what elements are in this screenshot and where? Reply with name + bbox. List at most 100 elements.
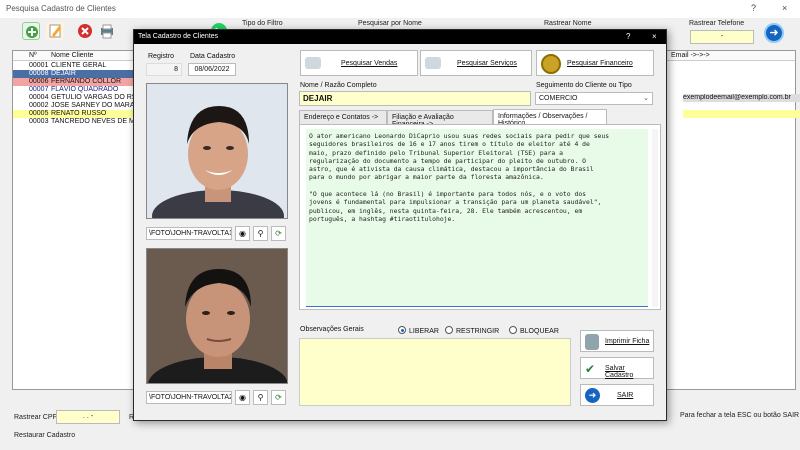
segmento-value: COMERCIO [539, 95, 578, 102]
background-title-bar: Pesquisa Cadastro de Clientes ? × [0, 0, 800, 18]
row-code: 00006 [29, 78, 49, 85]
nome-field[interactable]: DEJAIR [299, 91, 531, 106]
delete-icon[interactable] [76, 22, 94, 40]
nome-label: Nome / Razão Completo [300, 82, 377, 89]
rastrear-cpf-input[interactable]: . . - [56, 410, 120, 424]
radio-bloquear-label: BLOQUEAR [520, 328, 559, 335]
row-code: 00004 [29, 94, 49, 101]
check-icon: ✔ [585, 362, 596, 376]
tab-panel: O ator americano Leonardo DiCaprio usou … [299, 124, 661, 310]
radio-liberar-label: LIBERAR [409, 328, 439, 335]
search-icon[interactable]: ⚲ [253, 226, 268, 241]
pesquisar-servicos-label: Pesquisar Serviços [457, 60, 517, 67]
document-icon [305, 57, 321, 69]
tab-endereco[interactable]: Endereço e Contatos -> [299, 110, 387, 124]
row-name: DEJAIR [51, 70, 76, 77]
pesquisar-nome-label: Pesquisar por Nome [358, 20, 422, 27]
salvar-cadastro-label: Salvar Cadastro [605, 365, 634, 379]
help-control[interactable]: ? [751, 3, 756, 13]
rastrear-telefone-input[interactable]: - [690, 30, 754, 44]
document-icon [425, 57, 441, 69]
data-cadastro-field[interactable]: 08/06/2022 [188, 63, 236, 76]
memo-scrollbar[interactable] [652, 129, 658, 307]
rastrear-telefone-label: Rastrear Telefone [689, 20, 745, 27]
close-hint: Para fechar a tela ESC ou botão SAIR [680, 412, 800, 419]
print-icon[interactable] [98, 22, 116, 40]
cadastro-modal: Tela Cadastro de Clientes ? × Registro 8… [133, 29, 667, 421]
sair-button[interactable]: ➜ SAIR [580, 384, 654, 406]
printer-icon [585, 334, 599, 350]
pesquisar-financeiro-button[interactable]: Pesquisar Financeiro [536, 50, 654, 76]
registro-field: 8 [146, 63, 182, 76]
row-name: JOSÉ SARNEY DO MARANHÃO [51, 102, 133, 109]
webcam-icon[interactable]: ◉ [235, 390, 250, 405]
grid-row-yellow-right [683, 110, 800, 118]
table-row[interactable]: 00001 CLIENTE GERAL [13, 62, 133, 70]
coin-icon [541, 54, 561, 74]
salvar-cadastro-button[interactable]: ✔ Salvar Cadastro [580, 357, 654, 379]
imprimir-ficha-label: Imprimir Ficha [605, 338, 650, 345]
search-icon[interactable]: ⚲ [253, 390, 268, 405]
grid-header-num: Nº [29, 52, 37, 59]
segmento-select[interactable]: COMERCIO ⌄ [535, 92, 653, 105]
row-code: 00008 [29, 70, 49, 77]
radio-bloquear[interactable]: BLOQUEAR [509, 326, 559, 335]
table-row[interactable]: 00003 TANCREDO NEVES DE MG [13, 118, 133, 126]
sair-label: SAIR [617, 392, 634, 399]
pesquisar-financeiro-label: Pesquisar Financeiro [567, 60, 633, 67]
photo-2 [146, 248, 288, 384]
add-icon[interactable] [22, 22, 40, 40]
rastrear-nome-label: Rastrear Nome [544, 20, 592, 27]
row-name: GETULIO VARGAS DO RS [51, 94, 133, 101]
row-name: TANCREDO NEVES DE MG [51, 118, 133, 125]
grid-header-email: Email ->->-> [671, 52, 710, 59]
table-row[interactable]: 00007 FLÁVIO QUADRADO [13, 86, 133, 94]
chevron-down-icon: ⌄ [643, 95, 649, 102]
pesquisar-vendas-button[interactable]: Pesquisar Vendas [300, 50, 418, 76]
grid-email-cell: exemplodeemail@exemplo.com.br [683, 94, 791, 101]
radio-dot [398, 326, 406, 334]
pesquisar-vendas-label: Pesquisar Vendas [341, 60, 398, 67]
tab-informacoes[interactable]: Informações / Observações / Histórico [493, 109, 607, 127]
arrow-right-icon[interactable]: ➜ [764, 23, 784, 43]
radio-restringir-label: RESTRINGIR [456, 328, 500, 335]
modal-close-control[interactable]: × [652, 32, 657, 41]
webcam-icon[interactable]: ◉ [235, 226, 250, 241]
photo-1-path: \FOTO\JOHN-TRAVOLTA1.JPG [146, 227, 232, 240]
row-code: 00003 [29, 118, 49, 125]
row-name: RENATO RUSSO [51, 110, 107, 117]
tab-bar: Endereço e Contatos -> Filiação e Avalia… [299, 109, 661, 128]
registro-label: Registro [148, 53, 175, 60]
photo-2-path: \FOTO\JOHN-TRAVOLTA2.JPG [146, 391, 232, 404]
restaurar-cadastro-label[interactable]: Restaurar Cadastro [14, 432, 75, 439]
table-row[interactable]: 00006 FERNANDO COLLOR [13, 78, 133, 86]
radio-liberar[interactable]: LIBERAR [398, 326, 439, 335]
radio-dot [445, 326, 453, 334]
edit-icon[interactable] [46, 22, 64, 40]
modal-title: Tela Cadastro de Clientes [138, 33, 219, 40]
row-code: 00007 [29, 86, 49, 93]
row-name: CLIENTE GERAL [51, 62, 107, 69]
observacoes-gerais-field[interactable] [299, 338, 571, 406]
imprimir-ficha-button[interactable]: Imprimir Ficha [580, 330, 654, 352]
row-name: FLÁVIO QUADRADO [51, 86, 119, 93]
table-row[interactable]: 00002JOSÉ SARNEY DO MARANHÃO [13, 102, 133, 110]
table-row[interactable]: 00008 DEJAIR [13, 70, 133, 78]
pesquisar-servicos-button[interactable]: Pesquisar Serviços [420, 50, 532, 76]
row-code: 00002 [29, 102, 49, 109]
observacoes-memo[interactable]: O ator americano Leonardo DiCaprio usou … [306, 129, 648, 307]
table-row[interactable]: 00004 GETULIO VARGAS DO RS [13, 94, 133, 102]
radio-dot [509, 326, 517, 334]
data-cadastro-label: Data Cadastro [190, 53, 236, 60]
row-name: FERNANDO COLLOR [51, 78, 122, 85]
radio-restringir[interactable]: RESTRINGIR [445, 326, 499, 335]
refresh-icon[interactable]: ⟳ [271, 226, 286, 241]
refresh-icon[interactable]: ⟳ [271, 390, 286, 405]
modal-help-control[interactable]: ? [626, 32, 630, 41]
table-row[interactable]: 00005 RENATO RUSSO [13, 110, 133, 118]
modal-title-bar: Tela Cadastro de Clientes ? × [134, 30, 666, 44]
observacoes-label: Observações Gerais [300, 326, 364, 333]
close-control[interactable]: × [782, 3, 787, 13]
tab-filiacao[interactable]: Filiação e Avaliação Financeira -> [387, 110, 493, 128]
rastrear-cpf-label: Rastrear CPF [14, 414, 57, 421]
